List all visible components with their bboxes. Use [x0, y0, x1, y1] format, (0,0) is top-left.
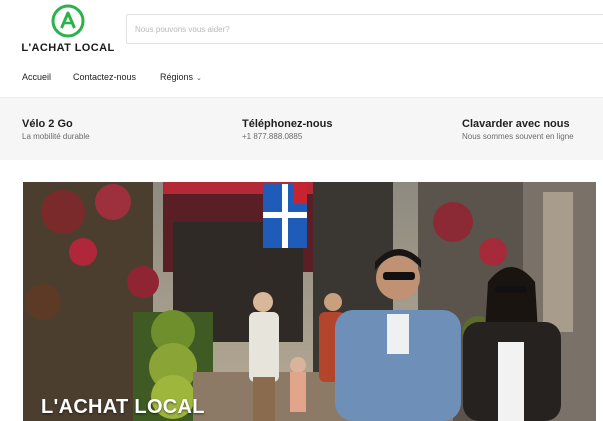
nav-item-contactez-nous[interactable]: Contactez-nous	[73, 72, 136, 82]
info-strip: Vélo 2 Go La mobilité durable Téléphonez…	[0, 98, 603, 160]
search-input[interactable]	[126, 14, 603, 44]
logo-wordmark: L'ACHAT LOCAL	[21, 42, 115, 54]
info-clavarder[interactable]: Clavarder avec nous Nous sommes souvent …	[462, 118, 574, 141]
site-logo[interactable]: L'ACHAT LOCAL	[18, 4, 118, 56]
info-subtitle: Nous sommes souvent en ligne	[462, 132, 574, 141]
info-subtitle: La mobilité durable	[22, 132, 90, 141]
site-header: L'ACHAT LOCAL Accueil Contactez-nous Rég…	[0, 0, 603, 98]
info-subtitle: +1 877.888.0885	[242, 132, 303, 141]
a-circle-logo-icon	[51, 4, 85, 38]
hero-banner[interactable]: L'ACHAT LOCAL	[23, 182, 596, 421]
info-title: Clavarder avec nous	[462, 118, 570, 130]
hero-title: L'ACHAT LOCAL	[41, 396, 205, 418]
nav-item-regions[interactable]: Régions ⌄	[160, 72, 202, 82]
nav-item-regions-label: Régions	[160, 72, 194, 82]
info-velo-2-go[interactable]: Vélo 2 Go La mobilité durable	[22, 118, 90, 141]
info-title: Vélo 2 Go	[22, 118, 73, 130]
chevron-down-icon: ⌄	[196, 75, 202, 82]
info-telephonez-nous[interactable]: Téléphonez-nous +1 877.888.0885	[242, 118, 332, 141]
nav-item-accueil[interactable]: Accueil	[22, 72, 51, 82]
hero-street-scene	[23, 182, 596, 421]
info-title: Téléphonez-nous	[242, 118, 333, 130]
